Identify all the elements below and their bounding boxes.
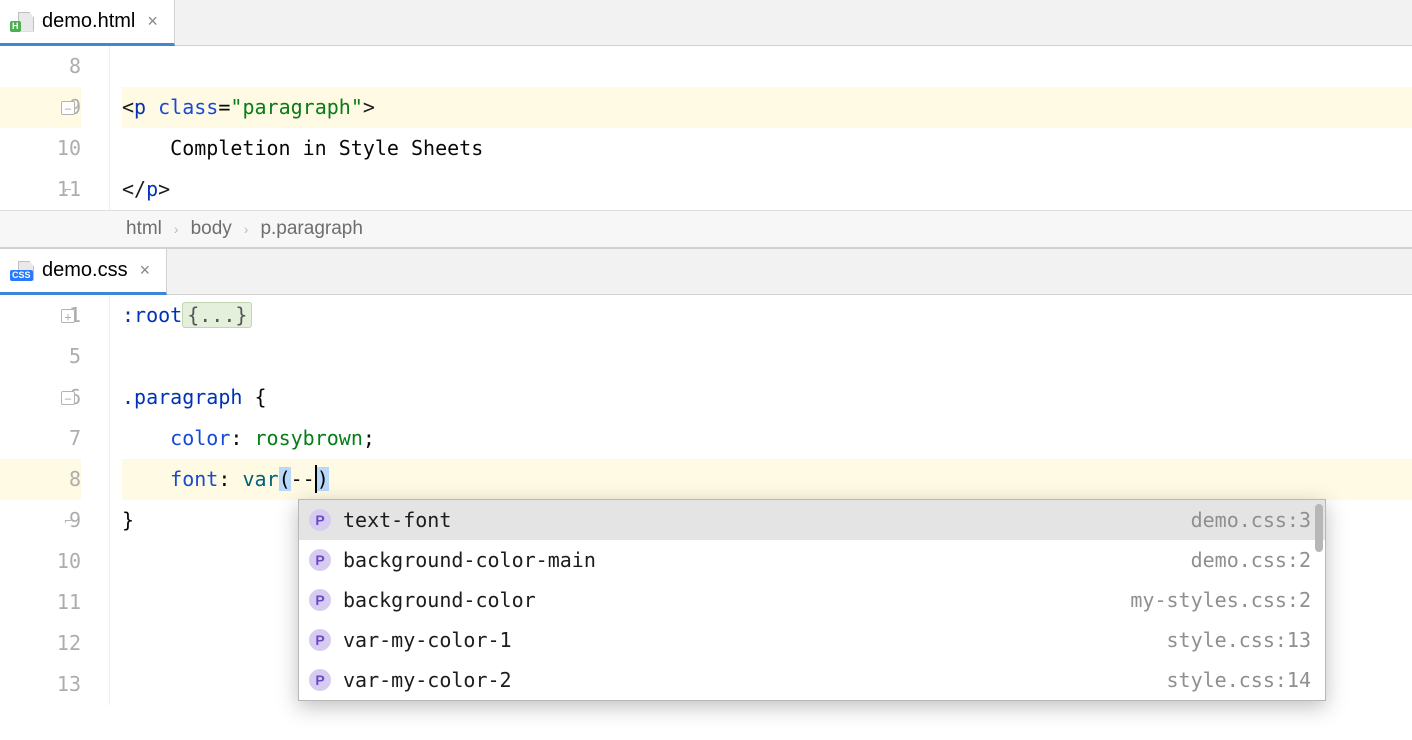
tab-bar: H demo.html ×	[0, 0, 1412, 46]
line-number[interactable]: 9−	[0, 87, 81, 128]
completion-popup[interactable]: Ptext-font demo.css:3 Pbackground-color-ma…	[298, 499, 1326, 701]
completion-name: var-my-color-1	[343, 628, 1155, 652]
bottom-editor-pane: CSS demo.css × 1+56−789⌐10111213 :root{.…	[0, 248, 1412, 705]
completion-location: my-styles.css:2	[1130, 588, 1311, 612]
close-icon[interactable]: ×	[143, 11, 162, 32]
line-number[interactable]: 12	[0, 623, 81, 664]
code-content[interactable]: <p class="paragraph"> Completion in Styl…	[110, 46, 1412, 210]
line-number[interactable]: 10	[0, 541, 81, 582]
completion-item[interactable]: Pbackground-color my-styles.css:2	[299, 580, 1325, 620]
code-line[interactable]: Completion in Style Sheets	[122, 128, 1412, 169]
fold-collapse-icon[interactable]: −	[61, 101, 75, 115]
code-line[interactable]: :root{...}	[122, 295, 1412, 336]
code-line[interactable]: font: var(--)	[122, 459, 1412, 500]
breadcrumb-segment[interactable]: p.paragraph	[260, 210, 362, 248]
line-number[interactable]: 9⌐	[0, 500, 81, 541]
completion-location: demo.css:2	[1191, 548, 1311, 572]
line-number[interactable]: 10	[0, 128, 81, 169]
completion-item[interactable]: Pbackground-color-main demo.css:2	[299, 540, 1325, 580]
completion-item[interactable]: Pvar-my-color-2 style.css:14	[299, 660, 1325, 700]
editor-area[interactable]: 89−1011⌐ <p class="paragraph"> Completio…	[0, 46, 1412, 210]
fold-end-icon: ⌐	[61, 183, 75, 197]
line-number[interactable]: 13	[0, 664, 81, 705]
completion-name: background-color-main	[343, 548, 1179, 572]
property-icon: P	[309, 509, 331, 531]
code-line[interactable]	[122, 46, 1412, 87]
completion-name: text-font	[343, 508, 1179, 532]
breadcrumb-segment[interactable]: html	[126, 210, 162, 248]
fold-expand-icon[interactable]: +	[61, 309, 75, 323]
gutter: 89−1011⌐	[0, 46, 110, 210]
completion-location: demo.css:3	[1191, 508, 1311, 532]
property-icon: P	[309, 589, 331, 611]
top-editor-pane: H demo.html × 89−1011⌐ <p class="paragra…	[0, 0, 1412, 248]
code-line[interactable]: </p>	[122, 169, 1412, 210]
breadcrumb-segment[interactable]: body	[191, 210, 232, 248]
property-icon: P	[309, 629, 331, 651]
scrollbar-thumb[interactable]	[1315, 504, 1323, 552]
code-line[interactable]	[122, 336, 1412, 377]
line-number[interactable]: 8	[0, 459, 81, 500]
breadcrumb[interactable]: html › body › p.paragraph	[0, 210, 1412, 248]
gutter: 1+56−789⌐10111213	[0, 295, 110, 705]
fold-end-icon: ⌐	[61, 514, 75, 528]
line-number[interactable]: 8	[0, 46, 81, 87]
property-icon: P	[309, 669, 331, 691]
chevron-right-icon: ›	[174, 210, 179, 248]
code-line[interactable]: <p class="paragraph">	[122, 87, 1412, 128]
chevron-right-icon: ›	[244, 210, 249, 248]
fold-collapse-icon[interactable]: −	[61, 391, 75, 405]
tab-bar: CSS demo.css ×	[0, 249, 1412, 295]
line-number[interactable]: 5	[0, 336, 81, 377]
line-number[interactable]: 11	[0, 582, 81, 623]
code-line[interactable]: color: rosybrown;	[122, 418, 1412, 459]
line-number[interactable]: 1+	[0, 295, 81, 336]
line-number[interactable]: 6−	[0, 377, 81, 418]
tab-demo-html[interactable]: H demo.html ×	[0, 0, 175, 46]
tab-filename: demo.html	[42, 10, 135, 33]
editor-area[interactable]: 1+56−789⌐10111213 :root{...} .paragraph {…	[0, 295, 1412, 705]
tab-filename: demo.css	[42, 259, 128, 282]
html-file-icon: H	[10, 12, 34, 32]
css-file-icon: CSS	[10, 261, 34, 281]
property-icon: P	[309, 549, 331, 571]
line-number[interactable]: 7	[0, 418, 81, 459]
completion-location: style.css:13	[1167, 628, 1312, 652]
completion-location: style.css:14	[1167, 668, 1312, 692]
tab-demo-css[interactable]: CSS demo.css ×	[0, 249, 167, 295]
completion-item[interactable]: Pvar-my-color-1 style.css:13	[299, 620, 1325, 660]
close-icon[interactable]: ×	[136, 260, 155, 281]
completion-name: background-color	[343, 588, 1118, 612]
line-number[interactable]: 11⌐	[0, 169, 81, 210]
code-line[interactable]: .paragraph {	[122, 377, 1412, 418]
completion-name: var-my-color-2	[343, 668, 1155, 692]
completion-item[interactable]: Ptext-font demo.css:3	[299, 500, 1325, 540]
